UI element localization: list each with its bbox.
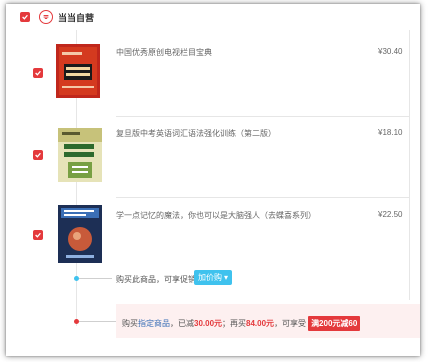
- connector-line: [79, 278, 112, 279]
- promo-text: 购买此商品，可享促销: [116, 275, 196, 284]
- specified-items-link[interactable]: 指定商品: [138, 319, 170, 328]
- discount-text: 购买指定商品，已减30.00元；再买84.00元，可享受 满200元减60: [122, 316, 361, 331]
- book-cover-image[interactable]: [58, 205, 102, 263]
- discount-part2: ；再买: [222, 319, 247, 328]
- reduced-amount: 30.00元: [194, 319, 223, 328]
- book-cover-image[interactable]: [58, 128, 102, 182]
- dangdang-logo-icon: [39, 10, 53, 24]
- discount-part3: ，可享受: [274, 319, 307, 328]
- checkmark-icon: [35, 232, 41, 238]
- item-divider: [116, 197, 410, 198]
- connector-line: [79, 321, 116, 322]
- shop-checkbox[interactable]: [20, 12, 30, 22]
- cart-panel: 当当自营 中国优秀原创电视栏目宝典 ¥30.40 复旦版中考英语词汇语法强化训练…: [6, 4, 420, 356]
- discount-prefix: 购买: [122, 319, 138, 328]
- shop-name: 当当自营: [58, 13, 95, 23]
- book-cover-image[interactable]: [56, 44, 100, 98]
- item-checkbox[interactable]: [33, 150, 43, 160]
- item-title[interactable]: 中国优秀原创电视栏目宝典: [116, 47, 212, 58]
- discount-row: 购买指定商品，已减30.00元；再买84.00元，可享受 满200元减60: [116, 304, 420, 338]
- checkmark-icon: [35, 152, 41, 158]
- promotion-row: 购买此商品，可享促销 加价购 ▾: [6, 266, 420, 290]
- add-on-purchase-button[interactable]: 加价购 ▾: [194, 270, 232, 285]
- item-divider: [116, 116, 410, 117]
- checkmark-icon: [22, 14, 28, 20]
- item-checkbox[interactable]: [33, 230, 43, 240]
- item-title[interactable]: 复旦版中考英语词汇语法强化训练（第二版）: [116, 128, 276, 139]
- checkmark-icon: [35, 70, 41, 76]
- discount-badge: 满200元减60: [308, 316, 361, 331]
- chevron-down-icon: ▾: [223, 273, 228, 282]
- cart-item: 学一点记忆的魔法，你也可以是大脑强人（去蝶喜系列） ¥22.50: [6, 197, 420, 267]
- item-checkbox[interactable]: [33, 68, 43, 78]
- item-price: ¥18.10: [378, 128, 403, 137]
- item-price: ¥30.40: [378, 47, 403, 56]
- remaining-amount: 84.00元: [246, 319, 275, 328]
- discount-part1: ，已减: [170, 319, 194, 328]
- cart-item: 中国优秀原创电视栏目宝典 ¥30.40: [6, 34, 420, 114]
- shop-header: 当当自营: [6, 4, 420, 30]
- item-price: ¥22.50: [378, 210, 403, 219]
- cart-item: 复旦版中考英语词汇语法强化训练（第二版） ¥18.10: [6, 116, 420, 196]
- item-title[interactable]: 学一点记忆的魔法，你也可以是大脑强人（去蝶喜系列）: [116, 210, 316, 221]
- add-on-purchase-label: 加价购: [197, 273, 222, 282]
